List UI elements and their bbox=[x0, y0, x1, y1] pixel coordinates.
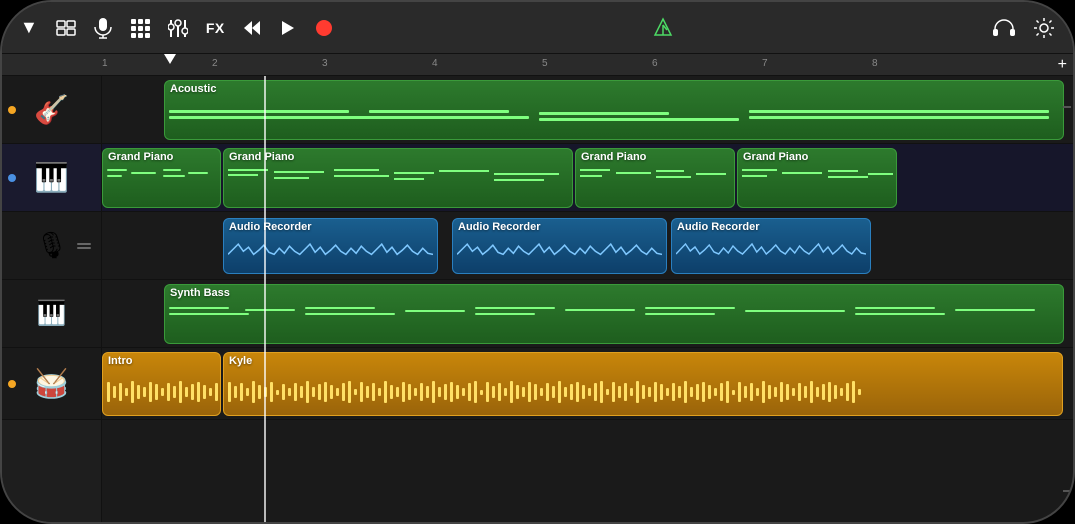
track-header-synth[interactable]: 🎹 bbox=[2, 280, 101, 348]
clip-label-intro: Intro bbox=[103, 353, 220, 369]
clip-audio-recorder-1[interactable]: Audio Recorder bbox=[223, 218, 438, 274]
ruler: 1 2 3 4 5 6 7 8 + bbox=[2, 54, 1073, 76]
clip-audio-recorder-2[interactable]: Audio Recorder bbox=[452, 218, 667, 274]
add-track-ruler-button[interactable]: + bbox=[1058, 56, 1067, 74]
acoustic-dot bbox=[8, 106, 16, 114]
track-row-audio-recorder: Audio Recorder Audio Recorder bbox=[102, 212, 1073, 280]
track-header-acoustic[interactable]: 🎸 bbox=[2, 76, 101, 144]
piano-icon: 🎹 bbox=[34, 161, 69, 194]
track-row-synth-bass: Synth Bass bbox=[102, 280, 1073, 348]
ruler-mark-7: 7 bbox=[762, 58, 768, 69]
clip-label-audio-recorder-2: Audio Recorder bbox=[453, 219, 666, 235]
track-row-drums: Intro bbox=[102, 348, 1073, 420]
drums-icon: 🥁 bbox=[34, 367, 69, 400]
play-icon[interactable] bbox=[279, 19, 297, 37]
phone-frame: ▼ bbox=[0, 0, 1075, 524]
clip-acoustic[interactable]: Acoustic bbox=[164, 80, 1064, 140]
clip-label-audio-recorder-1: Audio Recorder bbox=[224, 219, 437, 235]
clip-label-grand-piano-3: Grand Piano bbox=[576, 149, 734, 165]
track-header-piano[interactable]: 🎹 bbox=[2, 144, 101, 212]
ruler-mark-8: 8 bbox=[872, 58, 878, 69]
tracks-container: 🎸 🎹 🎙 🎹 🥁 bbox=[2, 76, 1073, 522]
track-header-audio[interactable]: 🎙 bbox=[2, 212, 101, 280]
clip-label-grand-piano-2: Grand Piano bbox=[224, 149, 572, 165]
waveform-1 bbox=[224, 235, 437, 274]
clip-label-audio-recorder-3: Audio Recorder bbox=[672, 219, 870, 235]
record-icon[interactable] bbox=[315, 19, 333, 37]
right-bracket bbox=[1063, 76, 1073, 522]
synth-icon: 🎹 bbox=[37, 299, 67, 328]
clip-grand-piano-2[interactable]: Grand Piano bbox=[223, 148, 573, 208]
clip-intro[interactable]: Intro bbox=[102, 352, 221, 416]
ruler-mark-1: 1 bbox=[102, 58, 108, 69]
fx-button[interactable]: FX bbox=[206, 20, 225, 36]
track-row-acoustic: Acoustic bbox=[102, 76, 1073, 144]
microphone-track-icon: 🎙 bbox=[35, 230, 68, 261]
rewind-icon[interactable] bbox=[243, 19, 261, 37]
tracks-timeline: Acoustic bbox=[102, 76, 1073, 522]
clip-synth-bass[interactable]: Synth Bass bbox=[164, 284, 1064, 344]
tracks-view-icon[interactable] bbox=[56, 20, 76, 36]
clip-label-synth-bass: Synth Bass bbox=[165, 285, 1063, 301]
grid-icon[interactable] bbox=[130, 18, 150, 38]
ruler-mark-4: 4 bbox=[432, 58, 438, 69]
ruler-mark-3: 3 bbox=[322, 58, 328, 69]
dropdown-icon[interactable]: ▼ bbox=[20, 17, 38, 38]
clip-grand-piano-1[interactable]: Grand Piano bbox=[102, 148, 221, 208]
waveform-2 bbox=[453, 235, 666, 274]
drum-pattern-intro bbox=[103, 369, 220, 415]
clip-label-grand-piano-4: Grand Piano bbox=[738, 149, 896, 165]
microphone-icon[interactable] bbox=[94, 17, 112, 39]
acoustic-guitar-icon: 🎸 bbox=[34, 93, 69, 126]
clip-kyle[interactable]: Kyle bbox=[223, 352, 1063, 416]
waveform-3 bbox=[672, 235, 870, 273]
settings-icon[interactable] bbox=[1033, 17, 1055, 39]
ruler-mark-6: 6 bbox=[652, 58, 658, 69]
clip-label-acoustic: Acoustic bbox=[165, 81, 1063, 97]
ruler-marks: 1 2 3 4 5 6 7 8 + bbox=[102, 54, 1073, 75]
metronome-icon[interactable] bbox=[653, 17, 673, 39]
headphones-icon[interactable] bbox=[993, 19, 1015, 37]
track-header-drums[interactable]: 🥁 bbox=[2, 348, 101, 420]
piano-dot bbox=[8, 174, 16, 182]
track-headers: 🎸 🎹 🎙 🎹 🥁 bbox=[2, 76, 102, 522]
drums-dot bbox=[8, 380, 16, 388]
ruler-mark-2: 2 bbox=[212, 58, 218, 69]
clip-grand-piano-3[interactable]: Grand Piano bbox=[575, 148, 735, 208]
mixer-icon[interactable] bbox=[168, 19, 188, 37]
clip-grand-piano-4[interactable]: Grand Piano bbox=[737, 148, 897, 208]
clip-label-grand-piano-1: Grand Piano bbox=[103, 149, 220, 165]
toolbar: ▼ bbox=[2, 2, 1073, 54]
clip-label-kyle: Kyle bbox=[224, 353, 1062, 369]
track-row-piano: Grand Piano Grand Piano bbox=[102, 144, 1073, 212]
clip-audio-recorder-3[interactable]: Audio Recorder bbox=[671, 218, 871, 274]
ruler-mark-5: 5 bbox=[542, 58, 548, 69]
drum-pattern-kyle bbox=[224, 369, 1062, 415]
